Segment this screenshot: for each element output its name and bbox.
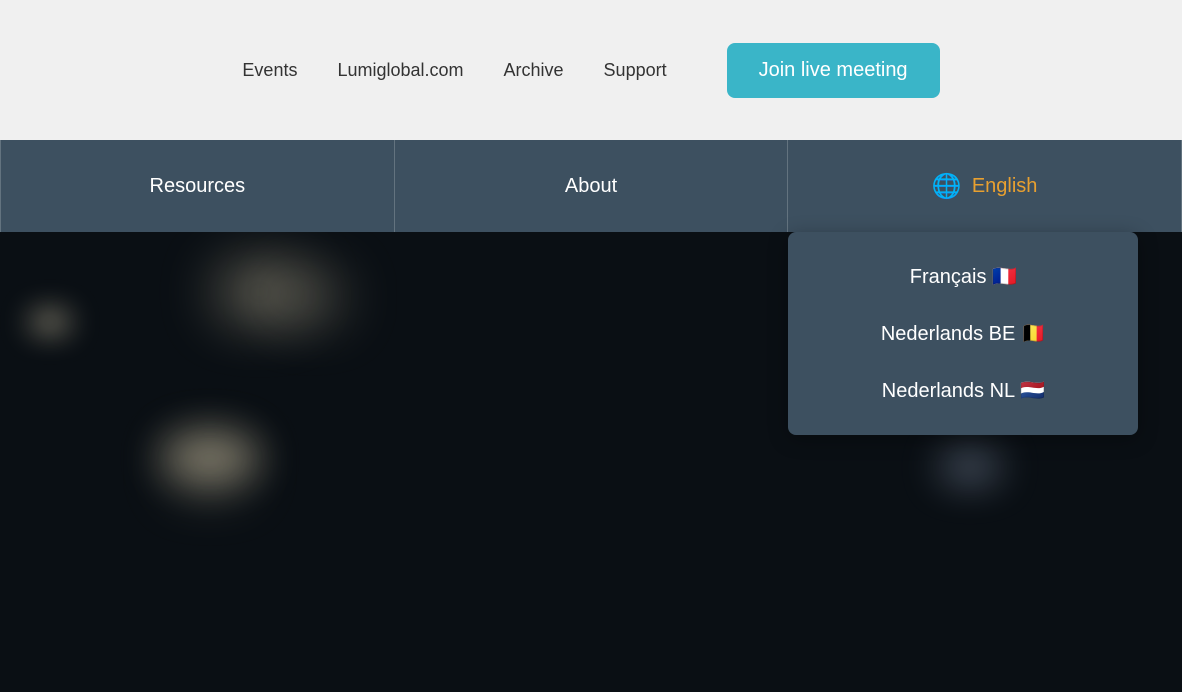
nav-lumiglobal[interactable]: Lumiglobal.com [337,60,463,81]
language-dropdown: Français 🇫🇷 Nederlands BE 🇧🇪 Nederlands … [788,232,1138,435]
bokeh-light-4 [180,452,240,482]
nav-events[interactable]: Events [242,60,297,81]
language-option-nl-nl[interactable]: Nederlands NL 🇳🇱 [788,362,1138,419]
nav-resources[interactable]: Resources [0,140,395,232]
language-option-fr[interactable]: Français 🇫🇷 [788,248,1138,305]
bokeh-light-2 [280,282,340,312]
globe-icon: 🌐 [932,172,962,201]
top-nav: Events Lumiglobal.com Archive Support Jo… [0,0,1182,140]
bokeh-light-7 [30,312,70,332]
language-selector[interactable]: 🌐 English Français 🇫🇷 Nederlands BE 🇧🇪 N… [788,140,1182,232]
flag-nl-nl: 🇳🇱 [1020,380,1045,402]
flag-nl-be: 🇧🇪 [1021,323,1046,345]
join-live-meeting-button[interactable]: Join live meeting [727,43,940,98]
nav-about[interactable]: About [395,140,789,232]
bokeh-light-6 [940,452,1000,482]
nav-support[interactable]: Support [604,60,667,81]
nav-archive[interactable]: Archive [504,60,564,81]
secondary-nav: Resources About 🌐 English Français 🇫🇷 Ne… [0,140,1182,232]
language-option-nl-be[interactable]: Nederlands BE 🇧🇪 [788,305,1138,362]
language-label: English [972,175,1038,198]
flag-fr: 🇫🇷 [992,266,1017,288]
